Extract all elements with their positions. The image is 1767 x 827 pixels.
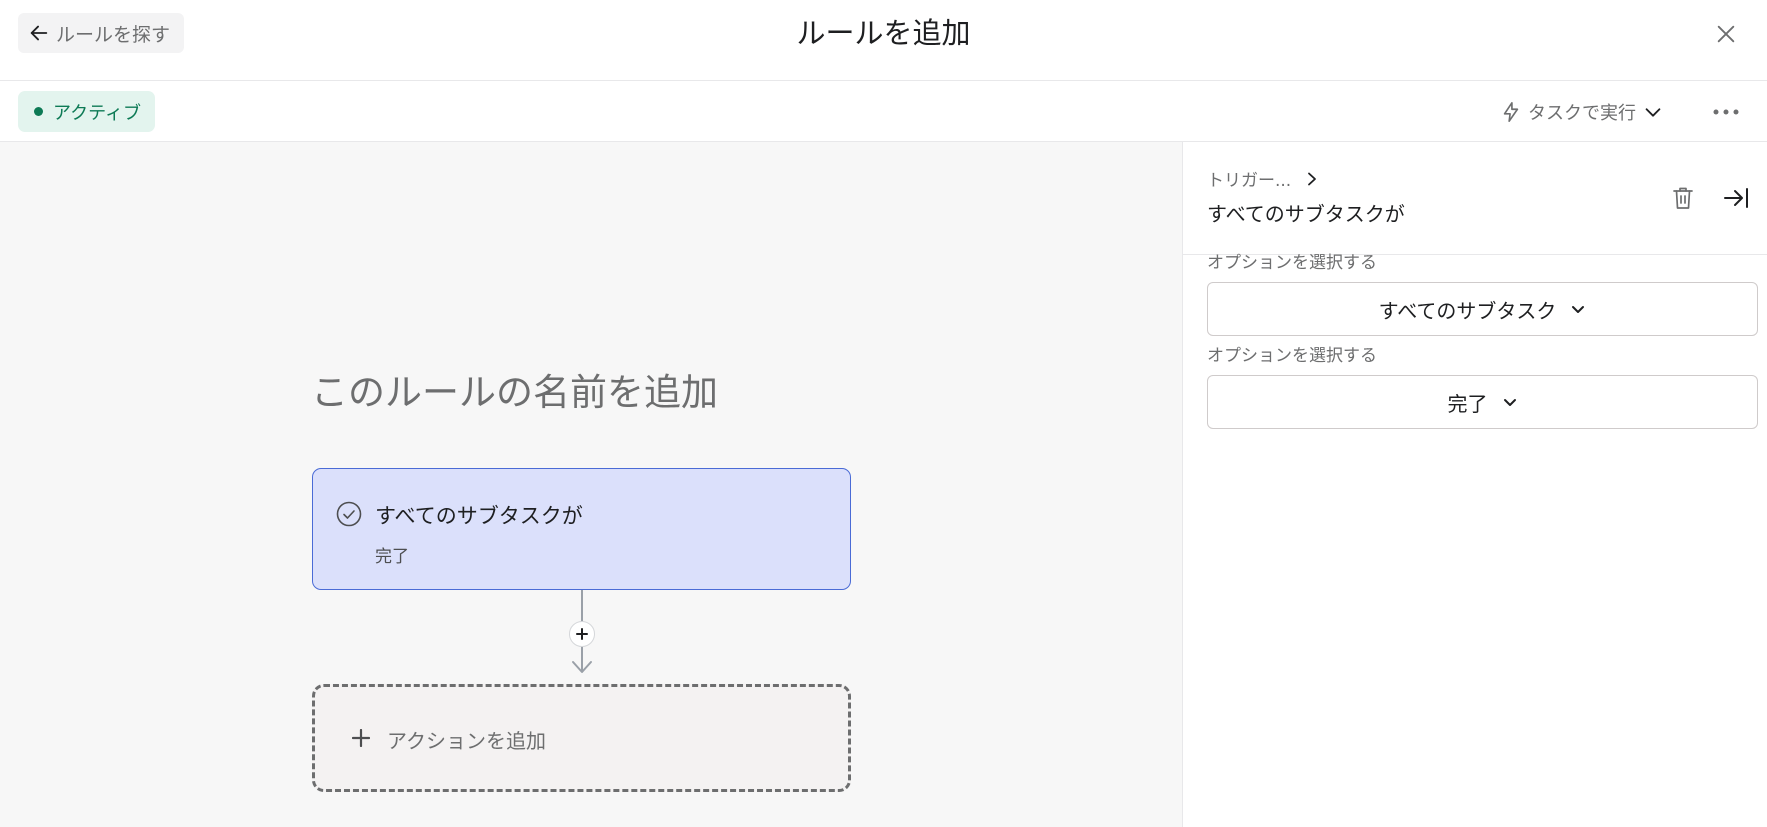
status-badge[interactable]: アクティブ (18, 91, 156, 132)
plus-icon (576, 628, 588, 640)
completion-status-value: 完了 (1447, 391, 1488, 416)
chevron-down-icon (1572, 306, 1585, 313)
delete-trigger-button[interactable] (1667, 182, 1699, 214)
add-action-button[interactable]: アクションを追加 (312, 684, 851, 792)
chevron-down-icon (1503, 399, 1516, 406)
more-options-button[interactable] (1708, 95, 1744, 129)
trash-icon (1673, 187, 1693, 209)
panel-title: すべてのサブタスクが (1207, 202, 1405, 226)
page-title: ルールを追加 (796, 16, 971, 50)
status-dot-icon (34, 107, 43, 116)
toolbar: アクティブ タスクで実行 (0, 81, 1767, 142)
subtask-scope-select[interactable]: すべてのサブタスク (1207, 282, 1758, 336)
plus-icon (352, 729, 370, 747)
connector-line (581, 590, 583, 622)
subtask-scope-value: すべてのサブタスク (1378, 298, 1557, 323)
chevron-right-icon (1308, 172, 1317, 185)
close-icon (1717, 25, 1735, 43)
run-on-task-label: タスクで実行 (1528, 103, 1636, 124)
lightning-icon (1503, 102, 1519, 122)
breadcrumb-label: トリガー... (1207, 171, 1292, 191)
rule-name-input[interactable]: このルールの名前を追加 (311, 362, 718, 416)
option-label-2: オプションを選択する (1207, 346, 1377, 366)
option-label-1: オプションを選択する (1207, 253, 1377, 273)
trigger-subtitle: 完了 (375, 547, 409, 567)
header: ルールを探す ルールを追加 (0, 0, 1767, 81)
chevron-down-icon (1645, 108, 1661, 117)
completion-status-select[interactable]: 完了 (1207, 375, 1758, 429)
more-icon (1713, 109, 1739, 115)
breadcrumb[interactable]: トリガー... (1207, 166, 1319, 191)
close-button[interactable] (1710, 18, 1742, 50)
collapse-panel-icon (1724, 188, 1748, 208)
check-circle-icon (336, 501, 362, 527)
add-step-button[interactable] (569, 621, 595, 647)
run-on-task-button[interactable]: タスクで実行 (1500, 95, 1664, 129)
collapse-panel-button[interactable] (1719, 182, 1753, 214)
trigger-settings-panel: トリガー... すべてのサブタスクが オプションを選択する すべてのサブタスク … (1182, 142, 1767, 827)
arrow-down-icon (572, 661, 592, 673)
trigger-card[interactable]: すべてのサブタスクが 完了 (312, 468, 851, 590)
panel-header: トリガー... すべてのサブタスクが (1183, 142, 1767, 255)
trigger-title: すべてのサブタスクが (375, 504, 583, 528)
rule-canvas: このルールの名前を追加 すべてのサブタスクが 完了 アクションを追加 (0, 142, 1182, 827)
status-label: アクティブ (53, 102, 142, 124)
add-action-label: アクションを追加 (387, 729, 546, 753)
